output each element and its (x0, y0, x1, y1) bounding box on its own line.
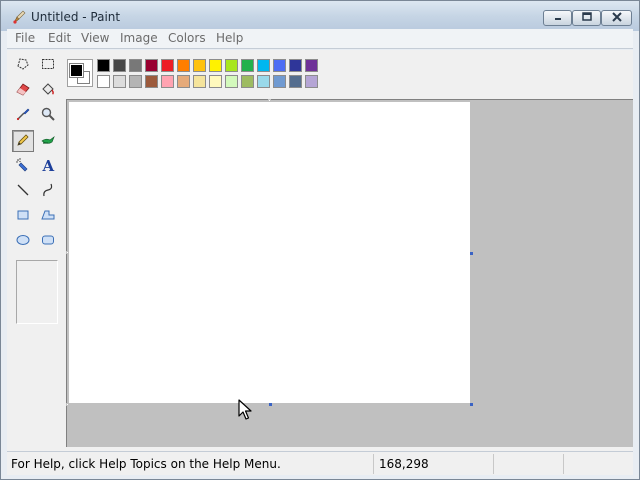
palette-swatch[interactable] (225, 59, 238, 72)
palette-swatch[interactable] (97, 75, 110, 88)
palette-swatch[interactable] (209, 59, 222, 72)
tool-airbrush[interactable] (12, 155, 34, 177)
status-divider (563, 454, 564, 474)
airbrush-icon (15, 157, 31, 176)
window-title: Untitled - Paint (31, 10, 121, 24)
minimize-button[interactable] (543, 10, 572, 26)
paint-brush-icon[interactable] (11, 9, 27, 25)
mouse-pointer-icon (238, 399, 252, 421)
resize-handle-bottom[interactable] (269, 403, 272, 406)
palette-swatch[interactable] (113, 75, 126, 88)
close-button[interactable] (601, 10, 632, 26)
tool-rectangle[interactable] (12, 205, 34, 227)
palette-swatch[interactable] (241, 59, 254, 72)
eraser-icon (15, 81, 31, 100)
brush-icon (40, 132, 56, 151)
menu-colors[interactable]: Colors (168, 31, 206, 45)
menu-image[interactable]: Image (120, 31, 158, 45)
palette-swatch[interactable] (273, 75, 286, 88)
maximize-button[interactable] (572, 10, 601, 26)
palette-swatch[interactable] (161, 75, 174, 88)
palette-swatch[interactable] (129, 59, 142, 72)
eyedropper-icon (15, 106, 31, 125)
tool-options-box[interactable] (16, 260, 58, 324)
palette-swatch[interactable] (193, 75, 206, 88)
palette-swatch[interactable] (177, 75, 190, 88)
resize-handle-bottom-right[interactable] (470, 403, 473, 406)
palette-swatch[interactable] (257, 59, 270, 72)
rectangle-icon (15, 207, 31, 226)
drawing-canvas[interactable] (69, 102, 470, 403)
palette-swatch[interactable] (289, 75, 302, 88)
palette-swatch[interactable] (305, 75, 318, 88)
paint-bucket-icon (40, 81, 56, 100)
ellipse-icon (15, 232, 31, 251)
rect-select-icon (40, 56, 56, 75)
status-coordinates: 168,298 (379, 457, 429, 471)
status-divider (493, 454, 494, 474)
palette-swatch[interactable] (273, 59, 286, 72)
tool-ellipse[interactable] (12, 230, 34, 252)
status-help-text: For Help, click Help Topics on the Help … (11, 457, 281, 471)
polygon-icon (40, 207, 56, 226)
resize-handle-right[interactable] (470, 252, 473, 255)
tool-fill-with-color[interactable] (37, 79, 59, 101)
menu-help[interactable]: Help (216, 31, 243, 45)
status-bar: For Help, click Help Topics on the Help … (7, 451, 633, 475)
tool-curve[interactable] (37, 180, 59, 202)
maximize-icon (581, 11, 593, 25)
tool-pencil[interactable] (12, 130, 34, 152)
foreground-color-swatch[interactable] (69, 63, 84, 78)
palette-swatch[interactable] (305, 59, 318, 72)
resize-handle-left (66, 251, 69, 254)
pencil-icon (15, 132, 31, 151)
rounded-rectangle-icon (40, 232, 56, 251)
paint-window: Untitled - Paint File Edit View Image Co… (0, 0, 640, 480)
tool-select[interactable] (37, 54, 59, 76)
line-icon (15, 182, 31, 201)
palette-swatch[interactable] (289, 59, 302, 72)
text-icon: A (40, 157, 56, 176)
palette-swatch[interactable] (241, 75, 254, 88)
palette-swatch[interactable] (113, 59, 126, 72)
palette-swatch[interactable] (145, 75, 158, 88)
tool-rounded-rectangle[interactable] (37, 230, 59, 252)
resize-handle-bottom-left (66, 403, 69, 406)
svg-text:A: A (42, 157, 55, 173)
menu-bar: File Edit View Image Colors Help (7, 29, 633, 49)
palette-swatch[interactable] (145, 59, 158, 72)
palette-swatch[interactable] (225, 75, 238, 88)
palette-swatch[interactable] (257, 75, 270, 88)
palette-swatch[interactable] (177, 59, 190, 72)
title-bar[interactable]: Untitled - Paint (1, 1, 639, 31)
tool-polygon[interactable] (37, 205, 59, 227)
palette-swatch[interactable] (129, 75, 142, 88)
palette-swatch[interactable] (161, 59, 174, 72)
minimize-icon (552, 11, 564, 25)
close-icon (611, 11, 623, 25)
tool-pick-color[interactable] (12, 104, 34, 126)
resize-handle-top (268, 99, 271, 102)
menu-file[interactable]: File (15, 31, 35, 45)
palette-swatch[interactable] (97, 59, 110, 72)
tool-text[interactable]: A (37, 155, 59, 177)
menu-edit[interactable]: Edit (48, 31, 71, 45)
tool-line[interactable] (12, 180, 34, 202)
palette-swatch[interactable] (209, 75, 222, 88)
tool-eraser[interactable] (12, 79, 34, 101)
magnifier-icon (40, 106, 56, 125)
palette-swatch[interactable] (193, 59, 206, 72)
tool-magnifier[interactable] (37, 104, 59, 126)
menu-view[interactable]: View (81, 31, 109, 45)
tool-brush[interactable] (37, 130, 59, 152)
status-divider (373, 454, 374, 474)
free-form-select-icon (15, 56, 31, 75)
tool-free-form-select[interactable] (12, 54, 34, 76)
curve-icon (40, 182, 56, 201)
